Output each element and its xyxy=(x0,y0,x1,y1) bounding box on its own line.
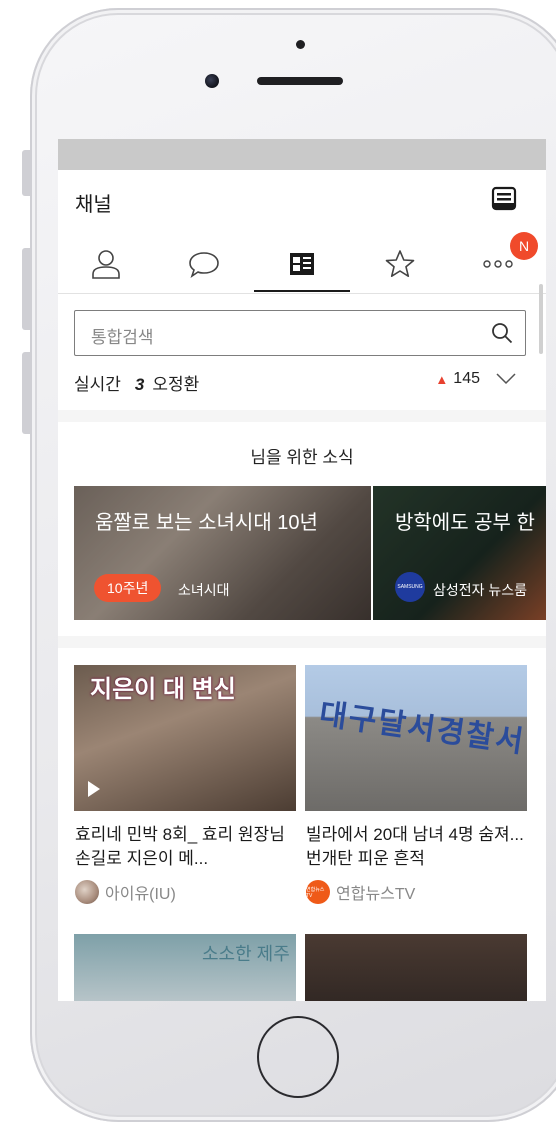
channel-name: 아이유(IU) xyxy=(105,886,176,903)
anniversary-tag: 10주년 xyxy=(94,574,162,602)
video-thumbnail[interactable]: 소소한 제주 xyxy=(74,934,296,1001)
video-channel[interactable]: 연합뉴스TV 연합뉴스TV xyxy=(306,880,415,904)
news-card[interactable]: 방학에도 공부 한 SAMSUNG 삼성전자 뉴스룸 xyxy=(373,486,546,620)
news-card-title: 움짤로 보는 소녀시대 10년 xyxy=(95,512,318,534)
more-icon xyxy=(483,260,513,268)
news-card-source: 소녀시대 xyxy=(178,582,230,598)
tab-bar: N xyxy=(58,232,546,292)
tab-friends[interactable] xyxy=(58,236,154,292)
chat-icon xyxy=(189,252,219,278)
news-card-source: 삼성전자 뉴스룸 xyxy=(433,582,528,598)
status-bar xyxy=(58,139,546,170)
mute-switch xyxy=(22,150,30,196)
avatar: 연합뉴스TV xyxy=(306,880,330,904)
page-title: 채널 xyxy=(75,194,112,216)
thumbnail-caption: 대구달서경찰서 xyxy=(317,697,527,760)
play-icon xyxy=(88,781,100,797)
avatar xyxy=(75,880,99,904)
trend-keyword: 오정환 xyxy=(152,375,200,394)
proximity-sensor xyxy=(296,40,305,49)
thumbnail-caption: 지은이 대 변신 xyxy=(90,676,236,703)
channel-name: 연합뉴스TV xyxy=(336,886,416,903)
home-button[interactable] xyxy=(257,1016,339,1098)
video-grid: 지은이 대 변신 대구달서경찰서 효리네 민박 8회_ 효리 원장님 손길로 지… xyxy=(58,648,546,1001)
chevron-down-icon[interactable] xyxy=(496,373,516,385)
trend-label: 실시간 xyxy=(74,375,121,394)
inbox-icon[interactable] xyxy=(490,186,518,217)
news-heading: 님을 위한 소식 xyxy=(250,448,354,467)
realtime-trend[interactable]: 실시간 3 오정환 ▲ 145 xyxy=(74,370,530,396)
search-input[interactable]: 통합검색 xyxy=(74,310,526,356)
search-icon[interactable] xyxy=(491,322,513,344)
scrollbar[interactable] xyxy=(539,284,543,354)
up-arrow-icon: ▲ xyxy=(435,371,449,387)
channel-icon xyxy=(290,253,314,275)
volume-down-button xyxy=(22,352,30,434)
news-card-title: 방학에도 공부 한 xyxy=(395,512,535,534)
volume-up-button xyxy=(22,248,30,330)
trend-rank: 3 xyxy=(134,375,145,394)
video-thumbnail[interactable] xyxy=(305,934,527,1001)
star-icon xyxy=(385,250,415,278)
tab-channel[interactable] xyxy=(254,236,350,292)
person-icon xyxy=(92,250,120,279)
search-placeholder: 통합검색 xyxy=(91,328,154,347)
front-camera xyxy=(205,74,219,88)
app-header: 채널 N xyxy=(58,170,546,294)
search-section: 통합검색 실시간 3 오정환 ▲ 145 xyxy=(58,294,546,410)
video-thumbnail[interactable]: 지은이 대 변신 xyxy=(74,665,296,811)
earpiece-speaker xyxy=(257,77,343,85)
thumbnail-caption: 소소한 제주 xyxy=(202,944,290,964)
news-card[interactable]: 움짤로 보는 소녀시대 10년 10주년 소녀시대 xyxy=(74,486,371,620)
samsung-logo: SAMSUNG xyxy=(395,572,425,602)
video-channel[interactable]: 아이유(IU) xyxy=(75,880,176,904)
video-title[interactable]: 빌라에서 20대 남녀 4명 숨져...번개탄 피운 흔적 xyxy=(306,823,528,871)
tab-favorites[interactable] xyxy=(352,236,448,292)
video-thumbnail[interactable]: 대구달서경찰서 xyxy=(305,665,527,811)
news-section: 님을 위한 소식 움짤로 보는 소녀시대 10년 10주년 소녀시대 방학에도 … xyxy=(58,422,546,636)
screen: 채널 N 통합검색 실시간 3 오정환 ▲ 145 님을 위한 소식 움짤로 보… xyxy=(58,139,546,1001)
notification-badge: N xyxy=(510,232,538,260)
tab-chats[interactable] xyxy=(156,236,252,292)
video-title[interactable]: 효리네 민박 8회_ 효리 원장님 손길로 지은이 메... xyxy=(75,823,297,871)
trend-count: 145 xyxy=(453,370,480,387)
